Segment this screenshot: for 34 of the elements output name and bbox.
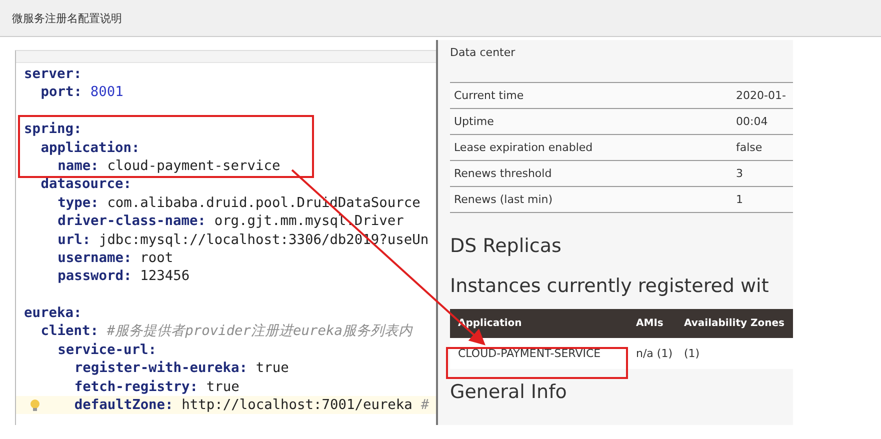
code-line: datasource:: [40, 175, 132, 194]
column-header: AMIs: [636, 318, 664, 329]
code-line: register-with-eureka: true: [73, 359, 290, 378]
status-value: 2020-01-: [736, 89, 787, 102]
section-heading: DS Replicas: [450, 235, 562, 257]
status-value: 3: [736, 167, 744, 180]
status-value: 1: [736, 193, 744, 206]
code-line: name: cloud-payment-service: [56, 156, 282, 176]
status-label: Uptime: [454, 115, 495, 128]
code-line: service-url:: [56, 340, 158, 360]
status-label: Renews threshold: [454, 167, 553, 180]
table-cell-text: n/a (1): [636, 347, 674, 360]
code-line: server:: [23, 65, 83, 84]
code-line: eureka:: [23, 304, 83, 322]
code-line: fetch-registry: true: [73, 378, 240, 396]
status-label: Current time: [454, 89, 525, 102]
section-heading: Instances currently registered wit: [450, 275, 770, 297]
lightbulb-icon[interactable]: [30, 399, 40, 412]
data-center-label: Data center: [450, 46, 516, 59]
code-line: application:: [40, 138, 141, 157]
window-title: 微服务注册名配置说明: [12, 10, 122, 26]
status-value: false: [736, 141, 764, 154]
code-line: spring:: [23, 120, 83, 139]
code-line: client: #服务提供者provider注册进eureka服务列表内: [40, 322, 414, 341]
section-heading: General Info: [450, 381, 568, 403]
column-header: Availability Zones: [684, 318, 786, 329]
table-cell-text: CLOUD-PAYMENT-SERVICE: [458, 347, 602, 360]
status-label: Lease expiration enabled: [454, 141, 594, 154]
code-line: username: root: [56, 248, 174, 268]
code-line: port: 8001: [40, 83, 124, 102]
status-value: 00:04: [736, 115, 769, 128]
table-cell-text: (1): [684, 347, 701, 360]
status-label: Renews (last min): [454, 193, 554, 206]
code-line: password: 123456: [56, 267, 191, 286]
